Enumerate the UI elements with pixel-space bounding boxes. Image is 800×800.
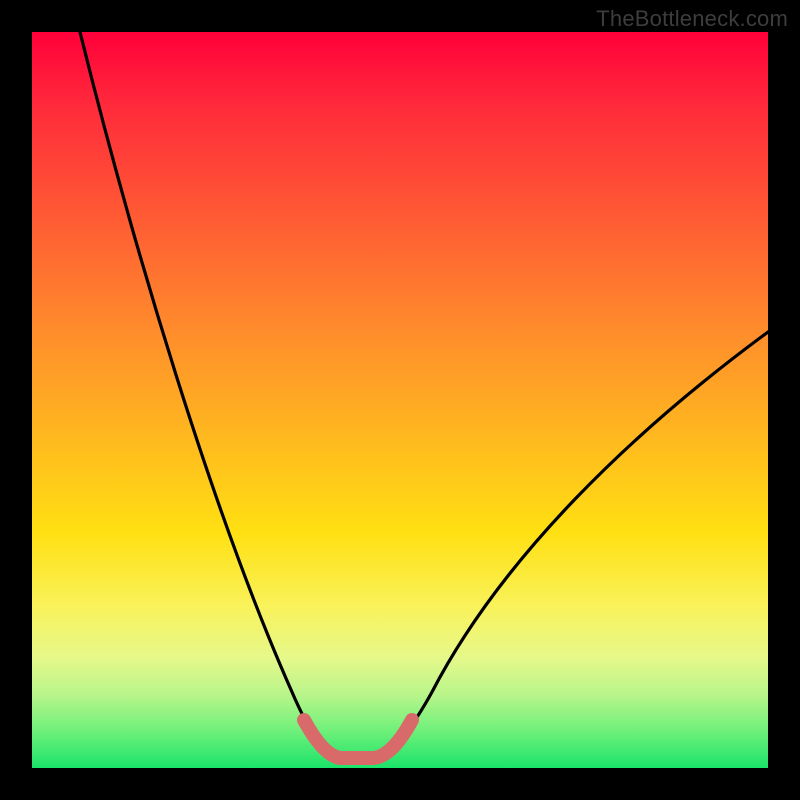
chart-frame: TheBottleneck.com: [0, 0, 800, 800]
bottleneck-curve: [80, 32, 768, 756]
bottleneck-curve-svg: [32, 32, 768, 768]
watermark-text: TheBottleneck.com: [596, 6, 788, 32]
optimal-range-highlight: [304, 720, 412, 758]
plot-area: [32, 32, 768, 768]
